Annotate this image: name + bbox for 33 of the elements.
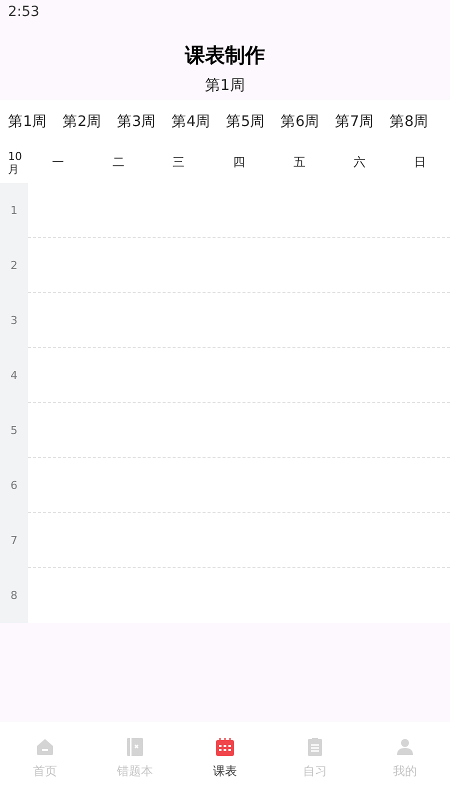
weekday-header: 六 [354,154,366,171]
notebook-icon [125,736,145,756]
period-number: 2 [0,238,28,293]
weekday-header: 二 [112,154,124,171]
period-number: 7 [0,513,28,568]
house-icon [35,736,55,756]
month-label: 10 月 [8,150,22,176]
clipboard-icon [305,736,325,756]
status-time: 2:53 [8,3,40,22]
week-tab[interactable]: 第1周 [8,112,54,130]
week-tab[interactable]: 第8周 [390,112,436,130]
page-title: 课表制作 [185,42,265,69]
week-tab[interactable]: 第4周 [172,112,218,130]
weekday-header: 五 [293,154,306,171]
period-number: 5 [0,403,28,458]
week-tab[interactable]: 第7周 [335,112,381,130]
week-tab[interactable]: 第5周 [226,112,272,130]
period-number: 1 [0,183,28,238]
week-tab[interactable]: 第3周 [117,112,163,130]
current-week: 第1周 [205,75,245,95]
week-tab[interactable]: 第2周 [62,112,108,130]
weekday-header: 三 [172,154,185,171]
period-number: 6 [0,458,28,513]
nav-tab[interactable]: 课表 [180,722,270,800]
weekday-header: 一 [52,154,64,171]
weekday-header: 日 [414,154,426,171]
calendar-icon [215,736,235,756]
period-number: 3 [0,293,28,348]
period-number: 4 [0,348,28,403]
weekday-header: 四 [232,154,245,171]
period-number: 8 [0,568,28,623]
person-icon [395,736,415,756]
week-tab[interactable]: 第6周 [280,112,326,130]
